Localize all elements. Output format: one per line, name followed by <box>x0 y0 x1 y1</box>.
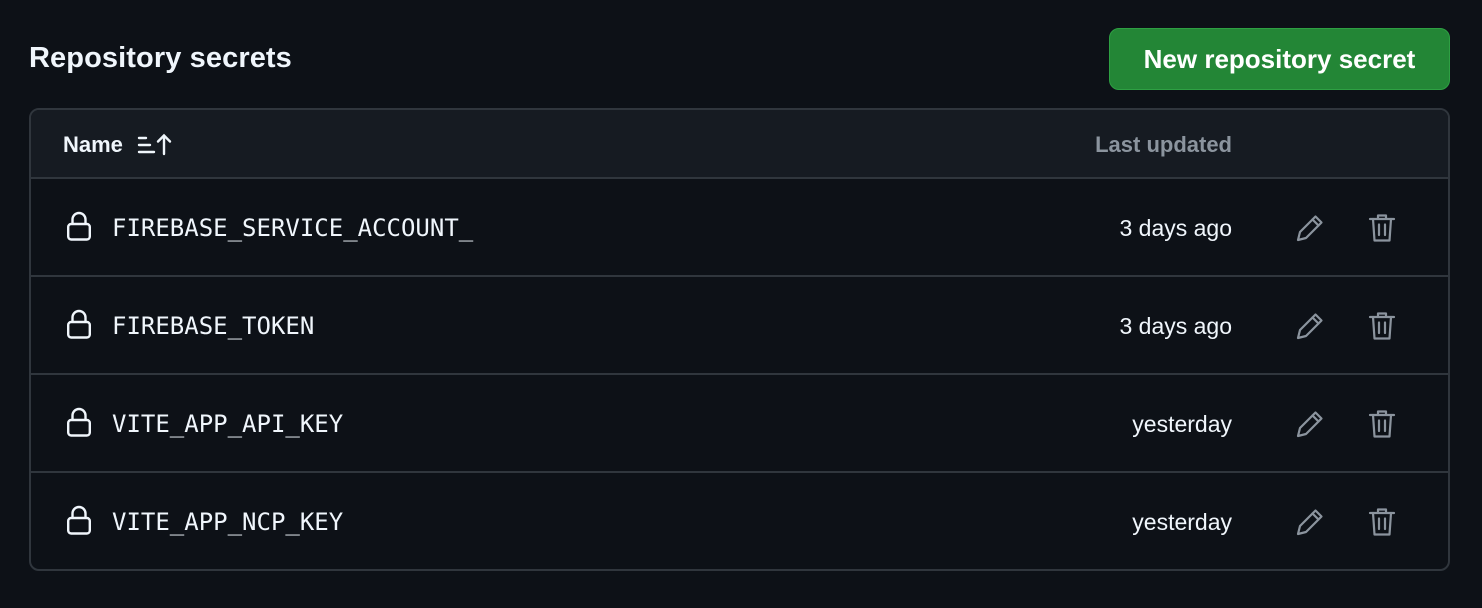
edit-secret-button[interactable] <box>1292 504 1328 540</box>
lock-icon <box>66 406 92 438</box>
secret-last-updated: yesterday <box>1132 410 1232 437</box>
section-header: Repository secrets New repository secret <box>29 28 1450 92</box>
delete-secret-button[interactable] <box>1364 210 1400 246</box>
edit-secret-button[interactable] <box>1292 210 1328 246</box>
secret-name: VITE_APP_API_KEY <box>112 410 344 438</box>
table-row: VITE_APP_API_KEY yesterday <box>31 375 1448 473</box>
delete-secret-button[interactable] <box>1364 308 1400 344</box>
secrets-panel: Repository secrets New repository secret… <box>29 28 1450 571</box>
trash-icon <box>1367 506 1397 538</box>
lock-icon <box>66 210 92 242</box>
table-header: Name Last updated <box>31 110 1448 179</box>
table-row: FIREBASE_TOKEN 3 days ago <box>31 277 1448 375</box>
secret-last-updated: 3 days ago <box>1119 214 1232 241</box>
secret-name: VITE_APP_NCP_KEY <box>112 508 344 536</box>
name-column-label: Name <box>63 131 123 157</box>
table-row: FIREBASE_SERVICE_ACCOUNT_ 3 days ago <box>31 179 1448 277</box>
delete-secret-button[interactable] <box>1364 504 1400 540</box>
secret-last-updated: 3 days ago <box>1119 312 1232 339</box>
sort-ascending-icon[interactable] <box>137 132 173 158</box>
trash-icon <box>1367 212 1397 244</box>
edit-secret-button[interactable] <box>1292 308 1328 344</box>
edit-secret-button[interactable] <box>1292 406 1328 442</box>
section-title: Repository secrets <box>29 42 292 74</box>
trash-icon <box>1367 310 1397 342</box>
pencil-icon <box>1294 506 1326 538</box>
pencil-icon <box>1294 212 1326 244</box>
pencil-icon <box>1294 408 1326 440</box>
delete-secret-button[interactable] <box>1364 406 1400 442</box>
table-row: VITE_APP_NCP_KEY yesterday <box>31 473 1448 569</box>
new-repository-secret-button[interactable]: New repository secret <box>1109 28 1450 90</box>
lock-icon <box>66 504 92 536</box>
trash-icon <box>1367 408 1397 440</box>
lock-icon <box>66 308 92 340</box>
pencil-icon <box>1294 310 1326 342</box>
secret-last-updated: yesterday <box>1132 508 1232 535</box>
secret-name: FIREBASE_SERVICE_ACCOUNT_ <box>112 214 474 242</box>
last-updated-column-header: Last updated <box>1095 131 1232 157</box>
secret-name: FIREBASE_TOKEN <box>112 312 315 340</box>
secrets-table: Name Last updated FIREBASE_SERVICE_ACCOU… <box>29 108 1450 571</box>
name-column-header[interactable]: Name <box>63 110 173 179</box>
